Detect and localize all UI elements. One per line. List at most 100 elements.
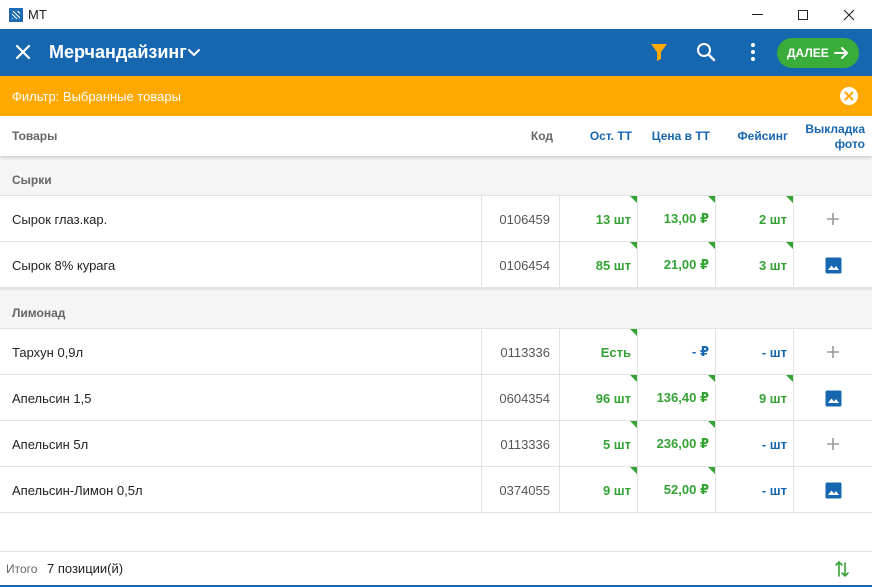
photo-cell[interactable] <box>793 375 872 421</box>
photo-cell[interactable] <box>793 329 872 375</box>
filled-marker-icon <box>630 329 637 336</box>
price-value: - ₽ <box>692 344 709 359</box>
clear-filter-icon[interactable] <box>840 87 858 105</box>
maximize-icon <box>798 9 808 20</box>
total-label: Итого <box>6 562 38 576</box>
app-logo-icon <box>9 7 23 22</box>
price-value: 21,00 ₽ <box>663 257 709 272</box>
chevron-down-icon[interactable] <box>186 44 202 60</box>
header-code[interactable]: Код <box>531 129 553 143</box>
image-icon[interactable] <box>825 257 842 274</box>
price-cell[interactable]: 236,00 ₽ <box>637 421 715 467</box>
photo-cell[interactable] <box>793 242 872 288</box>
sort-icon[interactable] <box>834 559 850 579</box>
filled-marker-icon <box>708 375 715 382</box>
table-row[interactable]: Апельсин 1,5 0604354 96 шт 136,40 ₽ 9 шт <box>0 374 872 421</box>
app-toolbar: Мерчандайзинг ДАЛЕЕ <box>0 29 872 76</box>
total-count: 7 позиции(й) <box>47 561 124 576</box>
filled-marker-icon <box>630 467 637 474</box>
price-cell[interactable]: 52,00 ₽ <box>637 467 715 513</box>
stock-cell[interactable]: 96 шт <box>559 375 637 421</box>
filled-marker-icon <box>630 196 637 203</box>
group-header: Лимонад <box>0 291 872 329</box>
table-row[interactable]: Апельсин-Лимон 0,5л 0374055 9 шт 52,00 ₽… <box>0 466 872 513</box>
header-photo-line1: Выкладка <box>805 122 865 136</box>
arrow-right-icon <box>834 47 848 59</box>
facing-cell[interactable]: 3 шт <box>715 242 793 288</box>
facing-value: - шт <box>761 344 787 360</box>
header-facing[interactable]: Фейсинг <box>737 129 788 143</box>
stock-cell[interactable]: 9 шт <box>559 467 637 513</box>
group-limonad: Лимонад Тархун 0,9л 0113336 Есть - ₽ - ш… <box>0 291 872 513</box>
facing-cell[interactable]: 9 шт <box>715 375 793 421</box>
stock-cell[interactable]: 13 шт <box>559 196 637 242</box>
header-stock[interactable]: Ост. ТТ <box>590 129 632 143</box>
stock-cell[interactable]: Есть <box>559 329 637 375</box>
facing-value: - шт <box>761 482 787 498</box>
stock-value: 5 шт <box>602 436 631 452</box>
table-row[interactable]: Апельсин 5л 0113336 5 шт 236,00 ₽ - шт <box>0 420 872 467</box>
minimize-icon <box>751 14 763 15</box>
header-photo[interactable]: Выкладка фото <box>805 122 865 152</box>
table-footer: Итого 7 позиции(й) <box>0 551 872 585</box>
stock-value: 96 шт <box>595 390 631 406</box>
group-syrki: Сырки Сырок глаз.кар. 0106459 13 шт 13,0… <box>0 156 872 288</box>
product-name: Тархун 0,9л <box>12 344 84 360</box>
image-icon[interactable] <box>825 390 842 407</box>
photo-cell[interactable] <box>793 421 872 467</box>
facing-cell[interactable]: - шт <box>715 467 793 513</box>
photo-cell[interactable] <box>793 196 872 242</box>
table-body: Сырки Сырок глаз.кар. 0106459 13 шт 13,0… <box>0 156 872 551</box>
price-cell[interactable]: 21,00 ₽ <box>637 242 715 288</box>
filter-icon[interactable] <box>648 41 670 63</box>
product-code: 0374055 <box>481 467 560 513</box>
product-code: 0106454 <box>481 242 560 288</box>
price-value: 236,00 ₽ <box>656 436 709 451</box>
next-button[interactable]: ДАЛЕЕ <box>777 38 859 68</box>
header-price[interactable]: Цена в ТТ <box>652 129 710 143</box>
stock-value: 9 шт <box>602 482 631 498</box>
window-title: МТ <box>28 7 47 22</box>
window-titlebar: МТ <box>0 0 872 29</box>
filled-marker-icon <box>630 375 637 382</box>
filter-banner: Фильтр: Выбранные товары <box>0 76 872 116</box>
price-cell[interactable]: 136,40 ₽ <box>637 375 715 421</box>
stock-cell[interactable]: 5 шт <box>559 421 637 467</box>
more-vertical-icon[interactable] <box>742 41 764 63</box>
add-photo-icon[interactable] <box>825 211 841 227</box>
facing-cell[interactable]: - шт <box>715 421 793 467</box>
close-icon <box>843 9 855 20</box>
filled-marker-icon <box>708 467 715 474</box>
facing-value: 9 шт <box>758 390 787 406</box>
filled-marker-icon <box>786 375 793 382</box>
maximize-button[interactable] <box>780 0 826 29</box>
stock-cell[interactable]: 85 шт <box>559 242 637 288</box>
product-code: 0113336 <box>481 329 560 375</box>
close-icon[interactable] <box>12 41 34 63</box>
price-cell[interactable]: - ₽ <box>637 329 715 375</box>
stock-value: 85 шт <box>595 257 631 273</box>
add-photo-icon[interactable] <box>825 436 841 452</box>
facing-value: 3 шт <box>758 257 787 273</box>
group-header: Сырки <box>0 156 872 196</box>
close-window-button[interactable] <box>826 0 872 29</box>
photo-cell[interactable] <box>793 467 872 513</box>
table-header: Товары Код Ост. ТТ Цена в ТТ Фейсинг Вык… <box>0 116 872 156</box>
header-products[interactable]: Товары <box>12 129 57 143</box>
next-button-label: ДАЛЕЕ <box>787 46 829 60</box>
price-cell[interactable]: 13,00 ₽ <box>637 196 715 242</box>
table-row[interactable]: Тархун 0,9л 0113336 Есть - ₽ - шт <box>0 328 872 375</box>
table-row[interactable]: Сырок 8% курага 0106454 85 шт 21,00 ₽ 3 … <box>0 241 872 288</box>
image-icon[interactable] <box>825 482 842 499</box>
facing-value: 2 шт <box>758 211 787 227</box>
add-photo-icon[interactable] <box>825 344 841 360</box>
price-value: 13,00 ₽ <box>663 211 709 226</box>
page-title[interactable]: Мерчандайзинг <box>49 42 187 63</box>
app-window: МТ Мерчандайзинг ДАЛЕЕ Фильтр: Выбранные… <box>0 0 872 587</box>
header-photo-line2: фото <box>834 137 865 151</box>
table-row[interactable]: Сырок глаз.кар. 0106459 13 шт 13,00 ₽ 2 … <box>0 195 872 242</box>
facing-cell[interactable]: - шт <box>715 329 793 375</box>
facing-cell[interactable]: 2 шт <box>715 196 793 242</box>
minimize-button[interactable] <box>734 0 780 29</box>
search-icon[interactable] <box>695 41 717 63</box>
